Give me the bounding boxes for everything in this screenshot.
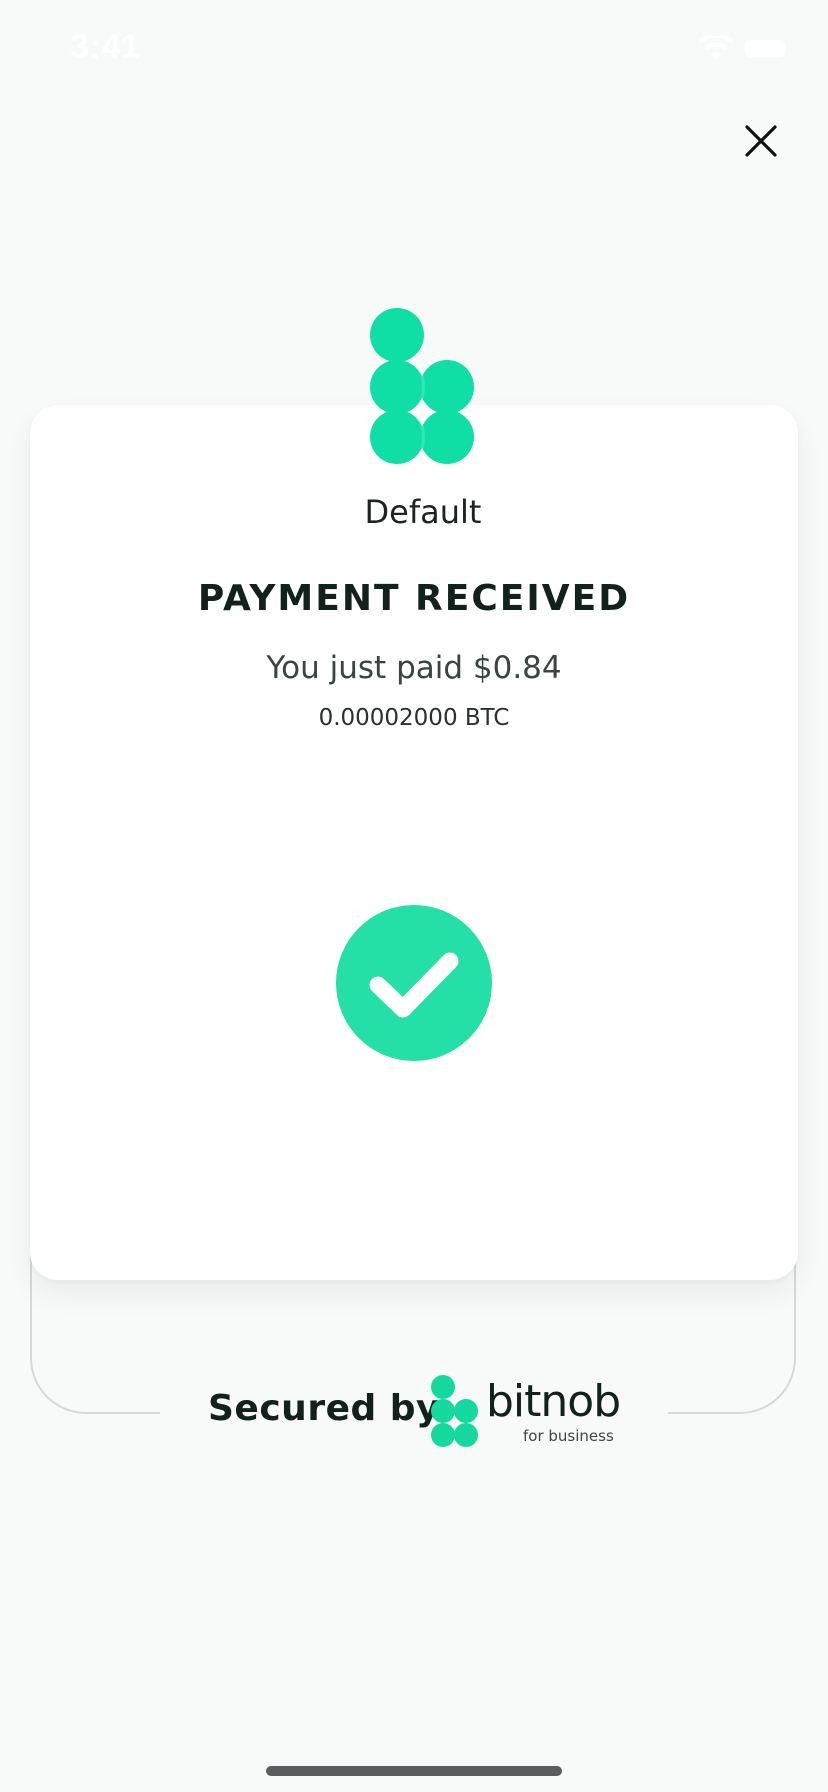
wifi-icon: [698, 36, 734, 60]
paid-amount: You just paid $0.84: [266, 650, 562, 686]
status-bar: 3:41: [0, 0, 828, 100]
payment-card: [30, 405, 798, 1280]
home-indicator[interactable]: [266, 1766, 562, 1776]
merchant-name: Default: [364, 493, 482, 531]
bitnob-brand-tagline: for business: [523, 1427, 614, 1445]
close-button[interactable]: [738, 118, 784, 164]
secured-by-footer: Secured by bitnob for business: [208, 1374, 628, 1448]
payment-status-title: PAYMENT RECEIVED: [197, 578, 631, 619]
battery-icon: [745, 40, 785, 57]
payment-success-screen: 3:41 Default PAYMENT RECEIVED You just p…: [0, 0, 828, 1792]
bitnob-brand-name: bitnob: [486, 1376, 621, 1427]
bitnob-logo-icon: [431, 1375, 478, 1447]
btc-amount: 0.00002000 BTC: [318, 705, 510, 731]
checkmark-circle-icon: [336, 905, 492, 1061]
merchant-logo-icon: [370, 308, 474, 464]
status-time: 3:41: [70, 28, 141, 66]
secured-by-label: Secured by: [208, 1388, 441, 1429]
